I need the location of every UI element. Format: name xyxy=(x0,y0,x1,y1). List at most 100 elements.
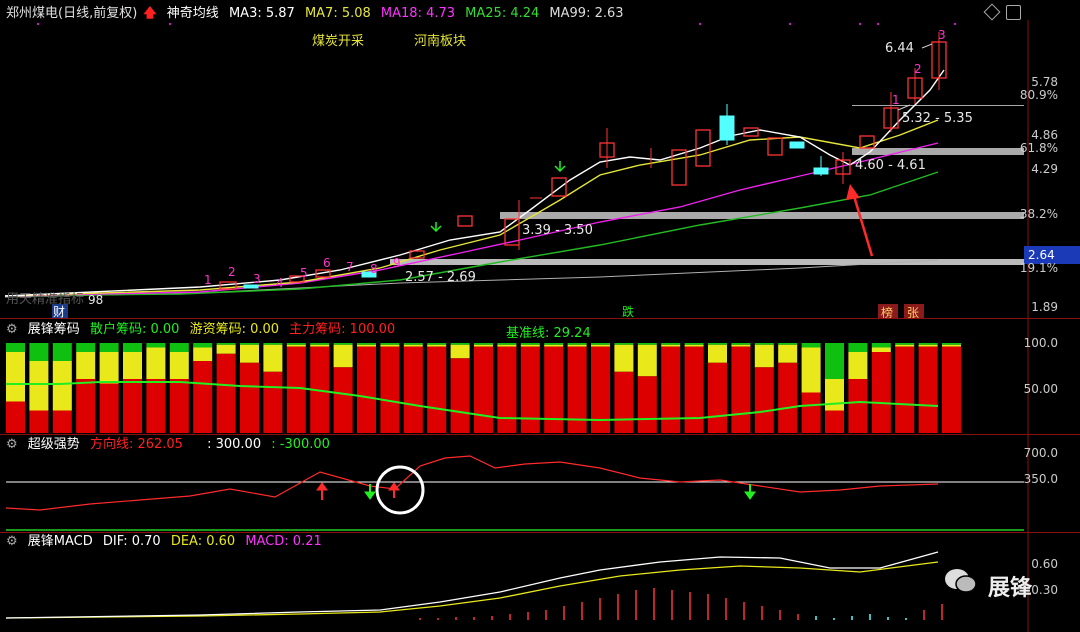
count-8: 8 xyxy=(370,262,378,276)
chip-bar-seg xyxy=(825,379,844,411)
chip-bar-seg xyxy=(6,401,25,433)
count-7: 7 xyxy=(346,260,354,274)
chip-bar-seg xyxy=(357,344,376,347)
chip-bar-seg xyxy=(918,343,938,345)
chip-bar-seg xyxy=(193,361,213,433)
chip-bar-seg xyxy=(801,347,821,393)
chip-bars[interactable] xyxy=(0,340,1028,434)
chip-bar-seg xyxy=(263,371,283,433)
chip-bar-seg xyxy=(263,344,283,372)
chip-bar-seg xyxy=(591,344,610,347)
chip-bar-seg xyxy=(661,344,681,347)
chip-title[interactable]: 展锋筹码 xyxy=(28,322,80,337)
chip-bar-seg xyxy=(427,346,447,433)
chip-bar-seg xyxy=(871,352,891,433)
chip-bar-seg xyxy=(848,379,868,433)
chip-bar-seg xyxy=(637,376,657,433)
chip-bar-seg xyxy=(216,343,236,345)
chip-bar-seg xyxy=(544,343,564,345)
chip-bar-seg xyxy=(754,343,774,345)
chip-bar-seg xyxy=(474,343,493,345)
count-9: 9 xyxy=(393,256,401,270)
count-5: 5 xyxy=(300,266,308,280)
annotation-band3: 3.39 - 3.50 xyxy=(522,223,593,238)
chip-bar-seg xyxy=(614,343,634,345)
chip-bar-seg xyxy=(333,344,353,368)
chip-bar-seg xyxy=(614,344,634,372)
chip-bar-seg xyxy=(474,344,493,347)
chip-bar-seg xyxy=(754,367,774,433)
chip-bar-seg xyxy=(778,343,798,345)
chip-bar-seg xyxy=(286,344,306,347)
count-3: 3 xyxy=(253,272,261,286)
chip-bar-seg xyxy=(216,344,236,354)
chip-bar-seg xyxy=(778,362,798,433)
chip-bar-seg xyxy=(848,343,868,352)
chip-hot: 游资筹码: 0.00 xyxy=(189,322,280,337)
chip-bar-seg xyxy=(123,379,142,433)
strong-chart[interactable] xyxy=(0,434,1028,534)
chip-bar-seg xyxy=(99,383,119,433)
panel-toggle-icon[interactable]: ⚙ xyxy=(6,322,18,337)
chip-bar-seg xyxy=(357,343,376,345)
axis-1-89: 1.89 xyxy=(1031,300,1058,314)
highlight-circle xyxy=(375,465,425,515)
chip-bar-seg xyxy=(942,346,961,433)
chip-bar-seg xyxy=(169,379,189,433)
annotation-band1: 5.32 - 5.35 xyxy=(902,111,973,126)
chip-bar-seg xyxy=(497,344,517,347)
chip-bar-seg xyxy=(918,346,938,433)
chip-bar-seg xyxy=(29,410,49,433)
axis-38-2: 38.2% xyxy=(1019,207,1058,221)
chip-bar-seg xyxy=(76,343,96,352)
count-1: 1 xyxy=(204,273,212,287)
chip-bar-seg xyxy=(684,344,704,347)
chip-bar-seg xyxy=(52,343,72,361)
count-1b: 1 xyxy=(892,93,900,107)
count-6: 6 xyxy=(323,256,331,270)
chip-bar-seg xyxy=(29,361,49,411)
chip-base: 基准线: 29.24 xyxy=(506,326,591,341)
chip-bar-seg xyxy=(544,344,564,347)
chip-bar-seg xyxy=(450,358,470,433)
chip-bar-seg xyxy=(52,410,72,433)
axis-4-86: 4.86 xyxy=(1031,128,1058,142)
annotation-band2: 4.60 - 4.61 xyxy=(855,158,926,173)
count-2b: 2 xyxy=(914,62,922,76)
chip-bar-seg xyxy=(520,343,540,345)
chip-bar-seg xyxy=(357,346,376,433)
chip-bar-seg xyxy=(263,343,283,345)
separator-1 xyxy=(0,318,1080,319)
chip-bar-seg xyxy=(731,344,751,347)
brand-name: 展锋 xyxy=(988,576,1033,601)
chip-bar-seg xyxy=(310,344,330,347)
chip-bar-seg xyxy=(52,361,72,411)
chip-bar-seg xyxy=(240,362,259,433)
chip-bar-seg xyxy=(76,379,96,433)
axis-61-8: 61.8% xyxy=(1019,141,1058,155)
chip-bar-seg xyxy=(99,352,119,384)
axis-19-1: 19.1% xyxy=(1019,261,1058,275)
chip-bar-seg xyxy=(474,346,493,433)
chip-bar-seg xyxy=(76,352,96,379)
chip-bar-seg xyxy=(193,343,213,348)
axis-5-78: 5.78 xyxy=(1031,75,1058,89)
chip-bar-seg xyxy=(918,344,938,347)
chip-bar-seg xyxy=(6,352,25,402)
chip-bar-seg xyxy=(216,353,236,433)
axis-80-9: 80.9% xyxy=(1019,88,1058,102)
chip-bar-seg xyxy=(146,347,166,379)
chip-bar-seg xyxy=(123,352,142,379)
macd-chart[interactable] xyxy=(0,532,1028,632)
chip-panel-header: ⚙ 展锋筹码 散户筹码: 0.00 游资筹码: 0.00 主力筹码: 100.0… xyxy=(6,321,401,339)
chip-bar-seg xyxy=(380,344,400,347)
chip-bar-seg xyxy=(684,346,704,433)
chip-bar-seg xyxy=(825,410,844,433)
chip-bar-seg xyxy=(310,343,330,345)
chip-bar-seg xyxy=(661,346,681,433)
chip-bar-seg xyxy=(169,343,189,352)
chip-bar-seg xyxy=(380,346,400,433)
chip-bar-seg xyxy=(403,343,423,345)
chip-bar-seg xyxy=(286,343,306,345)
chip-bar-seg xyxy=(450,344,470,359)
